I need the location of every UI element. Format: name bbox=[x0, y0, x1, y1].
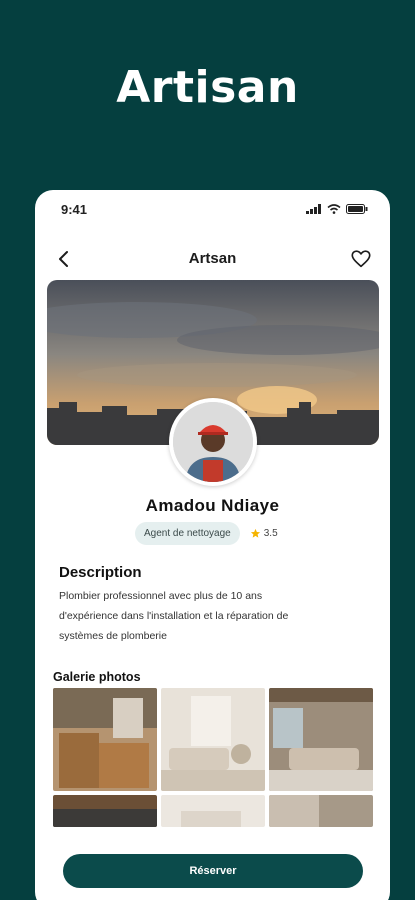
nav-bar: Artsan bbox=[35, 246, 390, 272]
artisan-name: Amadou Ndiaye bbox=[145, 496, 280, 515]
wifi-icon bbox=[327, 204, 341, 214]
status-icons bbox=[306, 204, 368, 214]
gallery-photo[interactable] bbox=[161, 688, 265, 791]
rating: 3.5 bbox=[250, 528, 278, 539]
signal-icon bbox=[306, 204, 321, 214]
description-line: systèmes de plomberie bbox=[59, 630, 167, 642]
description-text: Plombier professionnel avec plus de 10 a… bbox=[59, 586, 369, 646]
avatar bbox=[169, 398, 257, 486]
status-bar: 9:41 bbox=[35, 202, 390, 220]
gallery-photo[interactable] bbox=[161, 795, 265, 827]
role-badge: Agent de nettoyage bbox=[135, 522, 240, 545]
battery-icon bbox=[346, 204, 368, 214]
favorite-button[interactable] bbox=[350, 248, 372, 270]
description-title: Description bbox=[59, 564, 142, 581]
gallery-title: Galerie photos bbox=[53, 670, 141, 684]
gallery-photo[interactable] bbox=[53, 688, 157, 791]
promo-title: Artisan bbox=[116, 62, 299, 113]
gallery-photo[interactable] bbox=[53, 795, 157, 827]
gallery-photo[interactable] bbox=[269, 795, 373, 827]
page-title: Artsan bbox=[188, 250, 237, 267]
photo-gallery bbox=[53, 688, 373, 827]
phone-screen: 9:41 Artsan Amadou Ndiaye Agent de netto… bbox=[35, 190, 390, 900]
reserve-button[interactable]: Réserver bbox=[63, 854, 363, 888]
gallery-photo[interactable] bbox=[269, 688, 373, 791]
description-line: d'expérience dans l'installation et la r… bbox=[59, 610, 289, 622]
star-icon bbox=[250, 528, 260, 538]
profile-meta: Agent de nettoyage 3.5 bbox=[135, 522, 278, 545]
heart-icon bbox=[351, 250, 371, 268]
description-line: Plombier professionnel avec plus de 10 a… bbox=[59, 590, 263, 602]
rating-value: 3.5 bbox=[263, 528, 278, 539]
status-time: 9:41 bbox=[61, 202, 88, 217]
